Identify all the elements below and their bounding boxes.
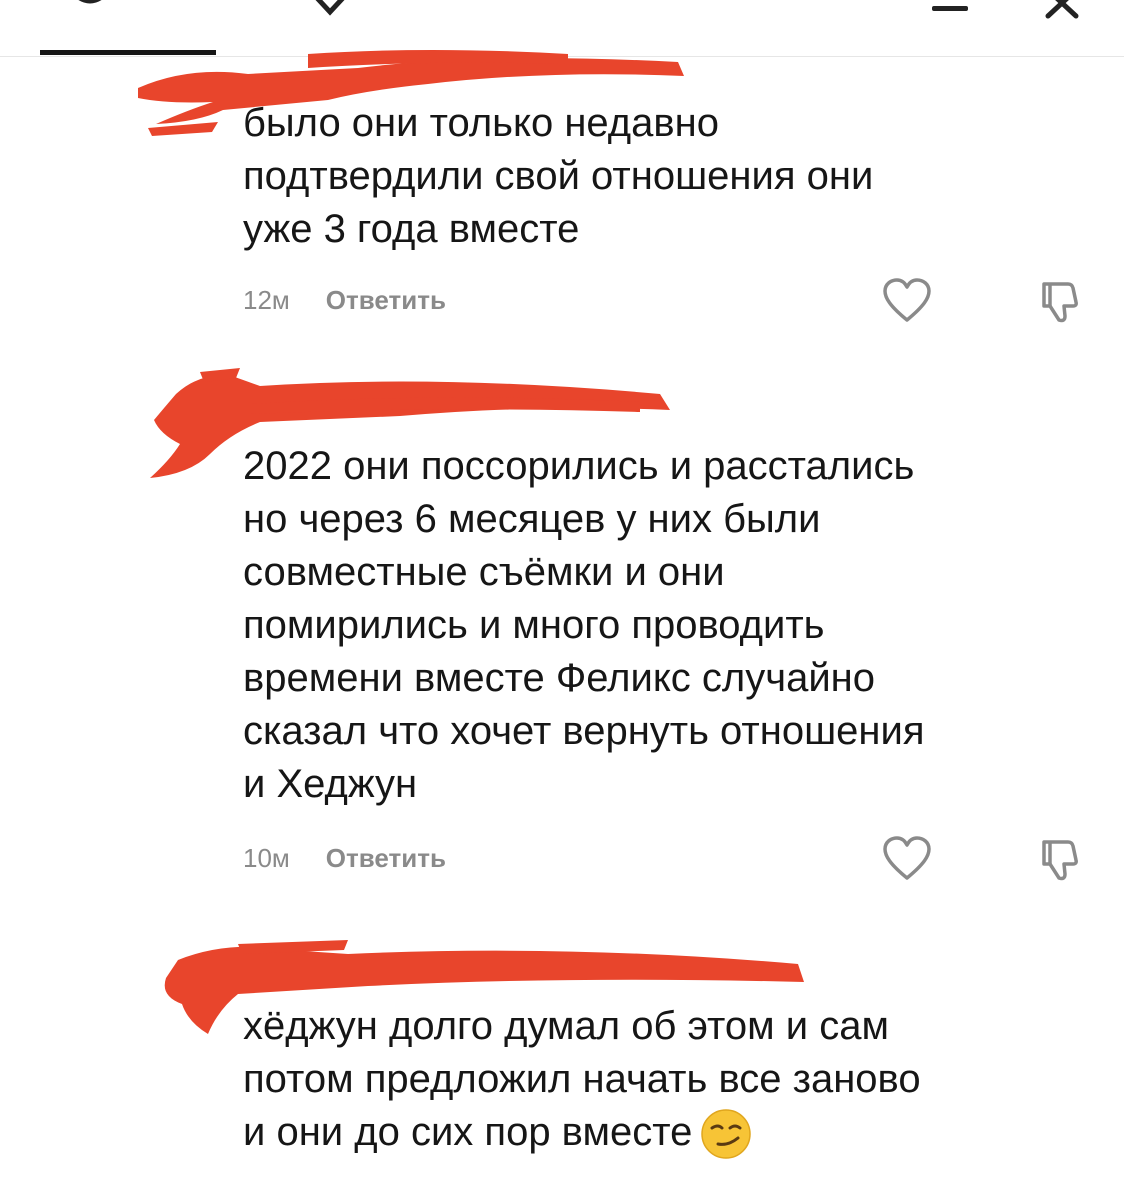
comment-text: хёджун долго думал об этом и сам потом п…: [243, 1000, 1103, 1160]
comment-text-content: хёджун долго думал об этом и сам потом п…: [243, 1004, 921, 1154]
comment-item: хёджун долго думал об этом и сам потом п…: [0, 0, 1124, 1200]
smirking-face-icon: [701, 1109, 752, 1160]
